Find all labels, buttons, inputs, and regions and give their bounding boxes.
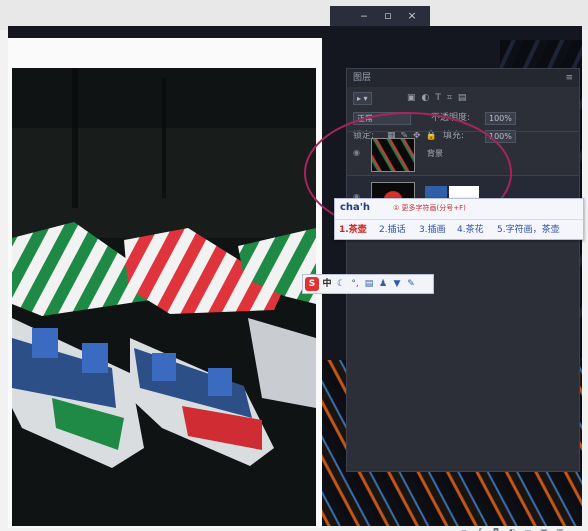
ime-logo[interactable]: S [305,277,319,291]
ime-toolbar: S 中 ☾ °, ▤ ♟ ▼ ✎ [302,274,434,294]
shirt-icon[interactable]: ▼ [391,277,403,291]
opacity-field[interactable]: 100% [485,112,516,125]
mask-icon[interactable]: ◘ [491,527,501,531]
minimize-icon[interactable]: ‒ [356,9,372,23]
trash-icon[interactable]: ▥ [555,527,565,531]
boats-illustration [12,68,316,526]
layer-style-icon[interactable]: ƒ [475,527,485,531]
ime-candidate[interactable]: 3.插画 [419,222,446,235]
wrench-icon[interactable]: ✎ [405,277,417,291]
boats-photo [12,68,316,526]
link-layers-icon[interactable]: ∞ [459,527,469,531]
adjustment-icon[interactable]: ◐ [507,527,517,531]
ime-candidate[interactable]: 5.字符画，茶壶 [497,222,560,235]
ime-mode-toggle[interactable]: 中 [321,277,333,291]
moon-icon[interactable]: ☾ [335,277,347,291]
screenshot: ‒ ▫ × 图层 ≡ ▸ ▾ ▣◐T⌗▤ 正常 不透明度: 100% 锁定: ▦… [0,0,588,531]
ime-candidate-window: cha'h ① 更多字符画(分号+F) 1.茶壶 2.插话 3.插画 4.茶花 … [334,198,584,240]
panel-menu-icon[interactable]: ≡ [565,69,573,87]
filter-row: ▸ ▾ ▣◐T⌗▤ [347,89,579,107]
ime-candidate-list: 1.茶壶 2.插话 3.插画 4.茶花 5.字符画，茶壶 [335,219,583,236]
panel-tab-row: 图层 ≡ [347,69,579,87]
punctuation-icon[interactable]: °, [349,277,361,291]
kind-filter-dropdown[interactable]: ▸ ▾ [353,92,372,105]
new-layer-icon[interactable]: ▣ [539,527,549,531]
close-icon[interactable]: × [404,9,420,23]
person-icon[interactable]: ♟ [377,277,389,291]
window-title-bar: ‒ ▫ × [330,6,430,26]
ime-candidate[interactable]: 1.茶壶 [339,222,367,235]
filter-icons[interactable]: ▣◐T⌗▤ [407,89,472,107]
keyboard-icon[interactable]: ▤ [363,277,375,291]
ime-candidate[interactable]: 2.插话 [379,222,406,235]
group-icon[interactable]: ▭ [523,527,533,531]
panel-tab[interactable]: 图层 [353,73,371,83]
ime-pinyin-input: cha'h [340,202,370,213]
ime-hint[interactable]: ① 更多字符画(分号+F) [393,203,466,213]
ime-candidate[interactable]: 4.茶花 [457,222,484,235]
restore-icon[interactable]: ▫ [380,9,396,23]
